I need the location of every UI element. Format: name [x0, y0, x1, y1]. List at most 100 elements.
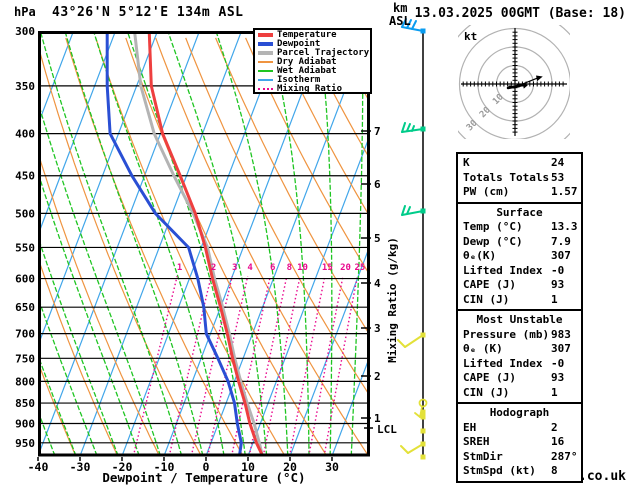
- panel-row-label: CIN (J): [463, 385, 510, 399]
- legend-swatch-thin: [258, 78, 273, 81]
- panel-row-label: StmDir: [463, 449, 503, 463]
- wind-barb: [420, 428, 426, 434]
- panel-row-value: 16: [551, 435, 565, 448]
- x-tick-label: -30: [70, 460, 91, 474]
- x-tick-label: -40: [28, 460, 49, 474]
- panel-row: StmDir 287°: [463, 450, 581, 465]
- mixing-ratio-value-label: 10: [297, 263, 308, 273]
- panel-row: CIN (J) 1: [463, 293, 581, 308]
- x-axis-label: Dewpoint / Temperature (°C): [102, 470, 305, 485]
- panel-section-indices: K 24 Totals Totals 53 PW (cm) 1.57: [456, 152, 583, 204]
- sounding-curves: [105, 32, 264, 455]
- pressure-tick-label: 950: [15, 437, 35, 450]
- mixing-ratio-line: [323, 276, 358, 455]
- panel-row-label: CAPE (J): [463, 371, 516, 384]
- panel-row-value: -0: [551, 356, 565, 370]
- panel-row-label: Lifted Index: [463, 263, 543, 277]
- hodograph-unit-label: kt: [464, 30, 477, 43]
- panel-section-most-unstable: Most Unstable Pressure (mb) 983 θₑ (K) 307 Li…: [456, 309, 583, 404]
- panel-row-label: CAPE (J): [463, 278, 516, 291]
- legend-swatch-thick: [258, 42, 273, 47]
- hodograph-ring-label: 20: [478, 105, 493, 120]
- isotherm-line: [39, 32, 200, 454]
- legend-swatch-dotted: [258, 87, 273, 90]
- panel-row: StmSpd (kt) 8: [463, 464, 581, 479]
- km-tick-label: 6: [374, 178, 381, 191]
- panel-row: θₑ(K) 307: [463, 249, 581, 264]
- panel-row: CAPE (J) 93: [463, 278, 581, 293]
- x-tick-label: 30: [325, 460, 339, 474]
- wet-adiabat-line: [215, 32, 289, 455]
- pressure-tick-label: 750: [15, 352, 35, 365]
- mixing-ratio-value-labels: 1 2 3 4 6 8 10 15 20 25: [177, 263, 365, 273]
- panel-row-label: K: [463, 156, 470, 169]
- lcl-label: LCL: [377, 423, 397, 436]
- panel-row: CIN (J) 1: [463, 386, 581, 401]
- panel-row: CAPE (J) 93: [463, 371, 581, 386]
- hodograph-arrowhead-icon: [536, 75, 543, 82]
- km-unit-label: km: [393, 1, 408, 15]
- panel-row-value: 2: [551, 420, 558, 434]
- panel-row: SREH 16: [463, 435, 581, 450]
- panel-row-value: 8: [551, 464, 558, 477]
- legend-swatch-thin: [258, 61, 273, 64]
- wind-barb: [420, 454, 426, 460]
- pressure-tick-label: 700: [15, 328, 35, 341]
- station-title: 43°26'N 5°12'E 134m ASL: [52, 5, 244, 20]
- panel-section-header: Hodograph: [489, 406, 550, 419]
- panel-row: θₑ (K) 307: [463, 342, 581, 357]
- hodograph-ring-label: 30: [465, 118, 480, 133]
- panel-row: EH 2: [463, 421, 581, 436]
- panel-row: PW (cm) 1.57: [463, 185, 581, 200]
- wind-barb-feather: [407, 443, 424, 454]
- panel-row: Temp (°C) 13.3: [463, 220, 581, 235]
- pressure-unit-label: hPa: [14, 5, 36, 19]
- dry-adiabat-line: [364, 37, 369, 45]
- mixing-ratio-value-label: 6: [270, 263, 275, 273]
- km-tick-label: 5: [374, 232, 381, 245]
- mixing-ratio-axis-label: Mixing Ratio (g/kg): [386, 237, 399, 363]
- panel-row-label: Lifted Index: [463, 356, 543, 370]
- pressure-tick-label: 800: [15, 375, 35, 388]
- panel-row-value: 1.57: [551, 185, 578, 198]
- panel-row-label: θₑ (K): [463, 342, 503, 355]
- pressure-tick-label: 550: [15, 241, 35, 254]
- wind-barb-feather: [411, 20, 417, 30]
- isotherm-line: [289, 247, 369, 455]
- pressure-tick-label: 600: [15, 273, 35, 286]
- pressure-tick-label: 300: [15, 25, 35, 38]
- km-tick-label: 4: [374, 277, 381, 290]
- wind-barb: [400, 441, 426, 454]
- wind-barb-feather: [397, 339, 406, 348]
- panel-section-surface: Surface Temp (°C) 13.3 Dewp (°C) 7.9 θₑ(K) 307…: [456, 201, 583, 311]
- pressure-tick-label: 450: [15, 170, 35, 183]
- pressure-tick-label: 850: [15, 397, 35, 410]
- wind-barb: [401, 122, 426, 133]
- panel-section-header: Surface: [496, 205, 543, 219]
- legend-item: Mixing Ratio: [257, 84, 370, 94]
- legend: Temperature Dewpoint Parcel Trajectory Dry …: [253, 28, 372, 94]
- panel-row: Lifted Index -0: [463, 357, 581, 372]
- km-tick-label: 3: [374, 322, 381, 335]
- panel-row-value: 7.9: [551, 234, 571, 248]
- panel-row-label: Temp (°C): [463, 220, 523, 233]
- mixing-ratio-value-label: 2: [211, 263, 216, 273]
- wind-barb-feather: [401, 210, 424, 216]
- wind-barb-marker: [420, 428, 426, 434]
- dry-adiabat-line: [395, 38, 456, 456]
- panel-row-value: 53: [551, 170, 565, 184]
- wind-barb: [397, 332, 426, 348]
- legend-swatch-thick: [258, 51, 273, 56]
- panel-row: Totals Totals 53: [463, 171, 581, 186]
- pressure-tick-label: 900: [15, 417, 35, 430]
- panel-row-value: 13.3: [551, 220, 578, 233]
- wind-barb-marker: [420, 414, 426, 420]
- mixing-ratio-value-label: 20: [340, 263, 351, 273]
- panel-row-value: 307: [551, 249, 571, 262]
- mixing-ratio-value-label: 25: [354, 263, 365, 273]
- wind-barb-feather: [404, 334, 424, 348]
- pressure-tick-label: 400: [15, 128, 35, 141]
- panel-row-value: 307: [551, 342, 571, 355]
- panel-row: Dewp (°C) 7.9: [463, 235, 581, 250]
- wind-barb-feather: [414, 412, 421, 418]
